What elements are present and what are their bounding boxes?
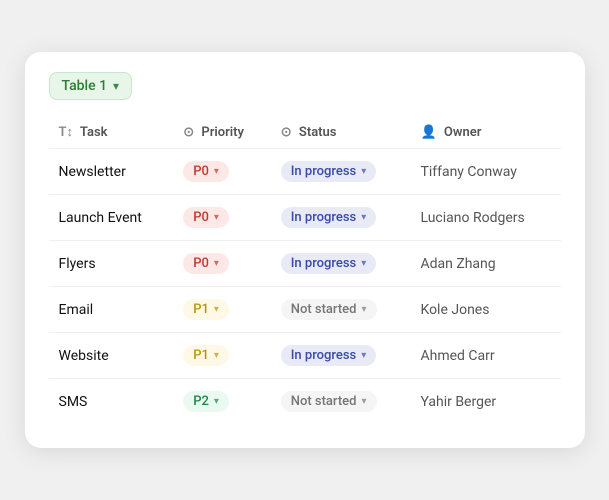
status-badge[interactable]: In progress ▾ <box>281 161 376 182</box>
owner-name: Yahir Berger <box>420 394 496 410</box>
priority-badge[interactable]: P0 ▾ <box>183 207 229 228</box>
table-row: Flyers P0 ▾ In progress ▾ Adan Zhang <box>49 241 561 287</box>
chevron-down-icon: ▾ <box>361 350 366 361</box>
filter-icon-status: ⊙ <box>281 125 292 140</box>
status-badge[interactable]: Not started ▾ <box>281 391 377 412</box>
chevron-down-icon: ▾ <box>214 396 219 407</box>
chevron-down-icon: ▾ <box>361 166 366 177</box>
priority-badge[interactable]: P1 ▾ <box>183 299 229 320</box>
person-icon: 👤 <box>420 125 436 140</box>
main-table: T↕ Task ⊙ Priority ⊙ Status 👤 Owner News… <box>49 116 561 424</box>
status-badge[interactable]: In progress ▾ <box>281 345 376 366</box>
owner-name: Kole Jones <box>420 302 489 318</box>
status-badge[interactable]: Not started ▾ <box>281 299 377 320</box>
status-badge[interactable]: In progress ▾ <box>281 253 376 274</box>
table-tab-label: Table 1 <box>62 78 108 94</box>
sort-icon: T↕ <box>59 124 74 140</box>
main-card: Table 1 ▾ T↕ Task ⊙ Priority ⊙ Status 👤 <box>25 52 585 448</box>
col-owner: 👤 Owner <box>410 116 560 149</box>
owner-name: Tiffany Conway <box>420 164 516 180</box>
task-name: Website <box>59 348 109 364</box>
owner-name: Ahmed Carr <box>420 348 494 364</box>
table-header-row: T↕ Task ⊙ Priority ⊙ Status 👤 Owner <box>49 116 561 149</box>
table-tab[interactable]: Table 1 ▾ <box>49 72 133 100</box>
task-name: Email <box>59 302 94 318</box>
table-row: Launch Event P0 ▾ In progress ▾ Luciano Rod… <box>49 195 561 241</box>
owner-name: Luciano Rodgers <box>420 210 524 226</box>
col-priority: ⊙ Priority <box>173 116 271 149</box>
chevron-down-icon: ▾ <box>113 79 119 93</box>
task-name: Flyers <box>59 256 96 272</box>
priority-badge[interactable]: P0 ▾ <box>183 161 229 182</box>
task-name: SMS <box>59 394 88 410</box>
chevron-down-icon: ▾ <box>214 166 219 177</box>
owner-name: Adan Zhang <box>420 256 495 272</box>
chevron-down-icon: ▾ <box>214 350 219 361</box>
chevron-down-icon: ▾ <box>361 258 366 269</box>
priority-badge[interactable]: P2 ▾ <box>183 391 229 412</box>
table-row: Email P1 ▾ Not started ▾ Kole Jones <box>49 287 561 333</box>
filter-icon-priority: ⊙ <box>183 125 194 140</box>
chevron-down-icon: ▾ <box>361 212 366 223</box>
task-name: Newsletter <box>59 164 126 180</box>
chevron-down-icon: ▾ <box>214 258 219 269</box>
chevron-down-icon: ▾ <box>214 212 219 223</box>
priority-badge[interactable]: P0 ▾ <box>183 253 229 274</box>
table-row: Website P1 ▾ In progress ▾ Ahmed Carr <box>49 333 561 379</box>
chevron-down-icon: ▾ <box>361 396 366 407</box>
chevron-down-icon: ▾ <box>214 304 219 315</box>
status-badge[interactable]: In progress ▾ <box>281 207 376 228</box>
task-name: Launch Event <box>59 210 142 226</box>
col-status: ⊙ Status <box>271 116 411 149</box>
col-task: T↕ Task <box>49 116 174 149</box>
chevron-down-icon: ▾ <box>361 304 366 315</box>
priority-badge[interactable]: P1 ▾ <box>183 345 229 366</box>
table-row: SMS P2 ▾ Not started ▾ Yahir Berger <box>49 379 561 425</box>
table-row: Newsletter P0 ▾ In progress ▾ Tiffany Conwa… <box>49 149 561 195</box>
